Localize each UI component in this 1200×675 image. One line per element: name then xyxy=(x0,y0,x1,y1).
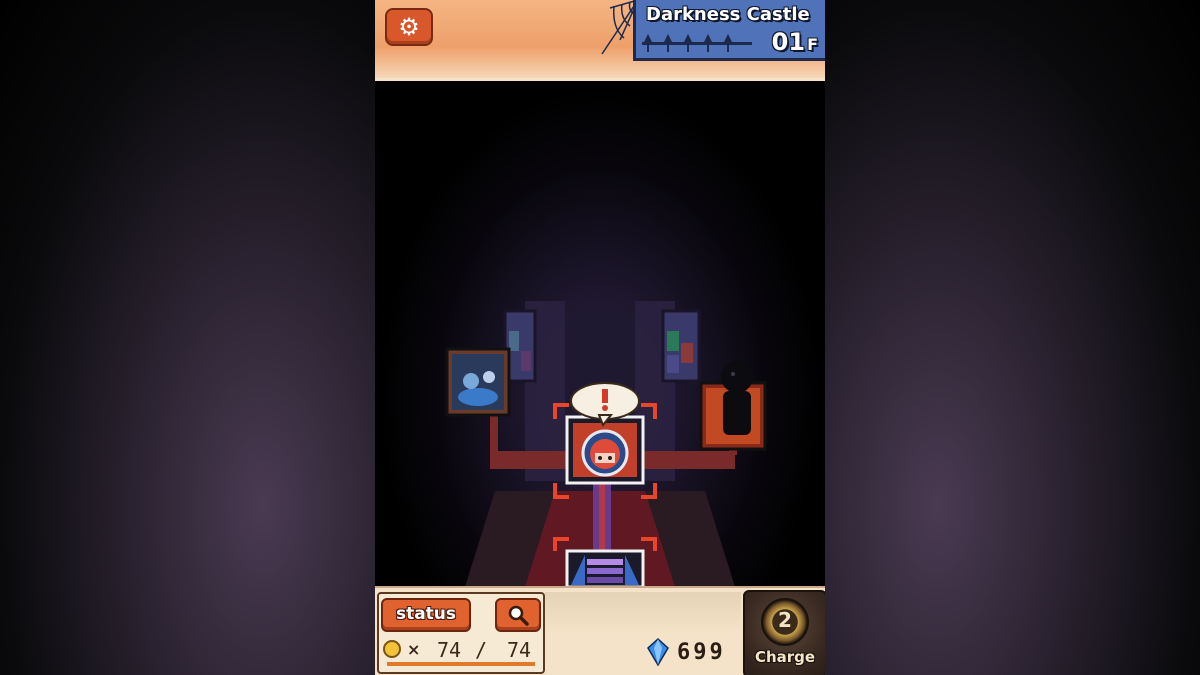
charge-count: 2 xyxy=(778,608,792,632)
blurred-background-left xyxy=(0,0,375,675)
room-left[interactable] xyxy=(445,347,511,417)
red-haired-hero-portrait-icon xyxy=(581,429,629,477)
location-panel: Darkness Castle 01 F xyxy=(633,0,825,61)
floor-number: 01 xyxy=(771,28,806,56)
room-right[interactable] xyxy=(699,361,767,451)
room-player-current[interactable] xyxy=(565,415,645,485)
dungeon-map-art xyxy=(445,301,767,587)
fence-decoration xyxy=(642,34,752,52)
location-name: Darkness Castle xyxy=(646,4,810,25)
bottom-hud: status × 74 / 74 699 2 Charge xyxy=(375,586,825,675)
game-screen: ⚙ Darkness Castle 01 F status × 74 / 74 … xyxy=(375,0,825,675)
status-button[interactable]: status xyxy=(381,598,471,632)
charge-ring: 2 xyxy=(761,598,809,646)
blue-crystal-icon xyxy=(647,638,669,666)
stained-window-right xyxy=(661,309,701,383)
hp-bar-fill xyxy=(387,662,535,666)
charge-label: Charge xyxy=(754,648,816,666)
top-hud: ⚙ Darkness Castle 01 F xyxy=(375,0,825,81)
hp-row: × 74 / 74 xyxy=(383,638,539,666)
gear-icon: ⚙ xyxy=(398,13,420,41)
stairs-room[interactable] xyxy=(565,549,645,587)
gold-coin-icon xyxy=(383,640,401,658)
hp-prefix: × xyxy=(407,640,421,659)
dungeon-map xyxy=(375,81,825,587)
search-button[interactable] xyxy=(495,598,541,632)
blurred-background-right xyxy=(825,0,1200,675)
magnifier-icon xyxy=(508,605,529,626)
status-panel: status × 74 / 74 xyxy=(377,592,545,674)
shadow-figure-icon xyxy=(721,361,753,435)
charge-button[interactable]: 2 Charge xyxy=(743,590,825,675)
hp-separator: / xyxy=(475,638,488,662)
settings-button[interactable]: ⚙ xyxy=(385,8,433,46)
floor-unit: F xyxy=(807,35,818,54)
floor-indicator: 01 F xyxy=(772,28,818,56)
message-strip xyxy=(545,592,741,634)
hp-current: 74 xyxy=(437,638,462,662)
hp-max: 74 xyxy=(507,638,532,662)
hp-bar xyxy=(387,662,535,666)
crystal-count: 699 xyxy=(677,640,726,665)
